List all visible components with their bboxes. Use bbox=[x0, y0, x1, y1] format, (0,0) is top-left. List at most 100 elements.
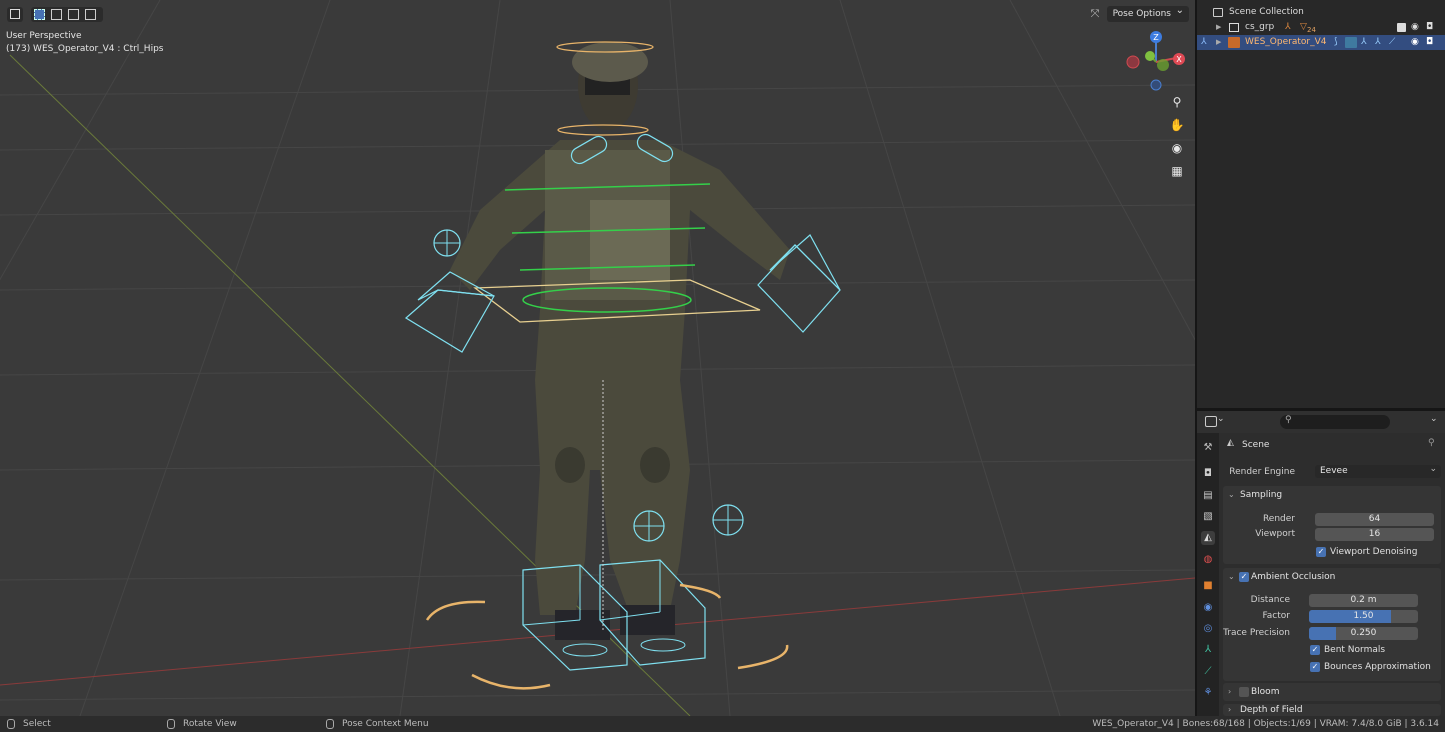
eye-icon[interactable]: ◉ bbox=[1411, 35, 1419, 50]
select-subtract-icon[interactable] bbox=[68, 9, 79, 20]
armature-data-icon: ⅄ bbox=[1375, 37, 1381, 47]
world-tab-icon[interactable]: ◍ bbox=[1201, 553, 1215, 567]
chevron-down-icon: ⌄ bbox=[1429, 464, 1437, 474]
object-data-tab-icon[interactable]: ⅄ bbox=[1201, 643, 1215, 657]
ao-trace-precision-slider[interactable]: 0.250 bbox=[1309, 627, 1418, 640]
bent-normals-label: Bent Normals bbox=[1324, 645, 1386, 655]
status-rotate-label: Rotate View bbox=[183, 719, 237, 729]
transform-pivot-icon[interactable]: ⤧ bbox=[1088, 7, 1102, 21]
modifier-icon: ⟋ bbox=[1389, 37, 1396, 47]
include-checkbox-icon[interactable] bbox=[1397, 23, 1406, 32]
viewport-header: ⤧ X Pose Options bbox=[0, 0, 1195, 26]
expand-arrow-icon[interactable]: ▶ bbox=[1216, 20, 1221, 35]
chevron-down-icon: ⌄ bbox=[1228, 490, 1235, 499]
status-rotate: Rotate View bbox=[167, 716, 237, 732]
expand-arrow-icon[interactable]: ▶ bbox=[1216, 35, 1221, 50]
ambient-occlusion-title: Ambient Occlusion bbox=[1251, 572, 1336, 582]
chevron-down-icon[interactable]: ⌄ bbox=[1430, 414, 1438, 424]
bounces-approximation-checkbox[interactable]: ✓ bbox=[1310, 662, 1320, 672]
character-model[interactable] bbox=[450, 40, 790, 640]
zoom-icon[interactable]: ⚲ bbox=[1168, 93, 1186, 111]
ao-factor-value: 1.50 bbox=[1353, 611, 1374, 621]
viewport-samples-label: Viewport bbox=[1255, 529, 1295, 539]
select-box-icon[interactable] bbox=[34, 9, 45, 20]
svg-text:Z: Z bbox=[1153, 33, 1159, 42]
output-tab-icon[interactable]: ▤ bbox=[1201, 489, 1215, 503]
navigation-gizmo[interactable]: Z X bbox=[1126, 31, 1185, 91]
render-tab-icon[interactable]: ◘ bbox=[1201, 467, 1215, 481]
status-context-menu: Pose Context Menu bbox=[326, 716, 429, 732]
collection-icon bbox=[1229, 23, 1239, 32]
ao-factor-label: Factor bbox=[1262, 611, 1290, 621]
mesh-icon: ▽ bbox=[1300, 22, 1307, 32]
modifier-tab-icon[interactable]: ◉ bbox=[1201, 601, 1215, 615]
properties-editor[interactable]: ⌄ ⚲ ⌄ ⚒ ◘ ▤ ▧ ◭ ◍ ■ ◉ ◎ ⅄ ⟋ ⚘ ◭ Scene ⚲ … bbox=[1197, 411, 1445, 716]
viewport-denoising-checkbox[interactable]: ✓ bbox=[1316, 547, 1326, 557]
pose-options-dropdown[interactable]: Pose Options bbox=[1106, 3, 1189, 22]
pan-hand-icon[interactable]: ✋ bbox=[1168, 116, 1186, 134]
select-invert-icon[interactable] bbox=[85, 9, 96, 20]
3d-viewport[interactable]: Z X ⤧ X Pose Options bbox=[0, 0, 1195, 716]
viewport-samples-value: 16 bbox=[1368, 529, 1381, 539]
bounces-approximation-label: Bounces Approximation bbox=[1324, 662, 1431, 672]
viewport-samples-field[interactable]: 16 bbox=[1315, 528, 1434, 541]
ao-distance-value: 0.2 m bbox=[1350, 595, 1377, 605]
context-title: Scene bbox=[1242, 440, 1270, 450]
render-samples-field[interactable]: 64 bbox=[1315, 513, 1434, 526]
depth-of-field-panel-header[interactable]: › Depth of Field bbox=[1223, 704, 1441, 716]
render-samples-value: 64 bbox=[1368, 514, 1381, 524]
perspective-grid-icon[interactable]: ▦ bbox=[1168, 162, 1186, 180]
ambient-occlusion-checkbox[interactable]: ✓ bbox=[1239, 572, 1249, 582]
chevron-down-icon[interactable]: ⌄ bbox=[1217, 414, 1225, 424]
svg-text:X: X bbox=[1176, 55, 1182, 64]
scene-tab-icon[interactable]: ◭ bbox=[1201, 531, 1215, 545]
bone-constraint-tab-icon[interactable]: ⚘ bbox=[1201, 686, 1215, 700]
bent-normals-checkbox[interactable]: ✓ bbox=[1310, 645, 1320, 655]
camera-view-icon[interactable]: ◉ bbox=[1168, 139, 1186, 157]
ao-trace-precision-label: Trace Precision bbox=[1223, 628, 1290, 638]
physics-tab-icon[interactable]: ◎ bbox=[1201, 622, 1215, 636]
render-engine-dropdown[interactable]: Eevee ⌄ bbox=[1315, 464, 1441, 478]
cursor-icon bbox=[10, 9, 20, 19]
chevron-right-icon: › bbox=[1228, 705, 1232, 714]
depth-of-field-panel[interactable]: › Depth of Field bbox=[1223, 704, 1441, 716]
bloom-title: Bloom bbox=[1251, 687, 1280, 697]
object-tab-icon[interactable]: ■ bbox=[1201, 579, 1215, 593]
eye-icon[interactable]: ◉ bbox=[1411, 20, 1419, 35]
outliner[interactable]: Scene Collection ▶ cs_grp ⅄ ▽ 24 ◉ ◘ ⅄ ▶… bbox=[1197, 0, 1445, 408]
ambient-occlusion-panel-header[interactable]: ⌄ ✓ Ambient Occlusion bbox=[1223, 568, 1441, 586]
scene-collection-label: Scene Collection bbox=[1229, 7, 1304, 17]
view-name: User Perspective bbox=[6, 31, 82, 41]
outliner-row-wes-operator[interactable]: ⅄ ▶ WES_Operator_V4 ⟆ ⅄ ⅄ ⟋ ◉ ◘ bbox=[1197, 35, 1445, 50]
scene-render[interactable]: Z X bbox=[0, 0, 1195, 716]
select-extend-icon[interactable] bbox=[51, 9, 62, 20]
mouse-left-icon bbox=[7, 718, 15, 729]
editor-type-icon[interactable] bbox=[1205, 416, 1217, 427]
properties-search-input[interactable]: ⚲ bbox=[1280, 415, 1390, 429]
camera-render-icon[interactable]: ◘ bbox=[1426, 35, 1433, 50]
scene-collection-row[interactable]: Scene Collection bbox=[1197, 5, 1445, 20]
view-layer-tab-icon[interactable]: ▧ bbox=[1201, 510, 1215, 524]
bloom-panel[interactable]: › Bloom bbox=[1223, 683, 1441, 701]
outliner-row-cs-grp[interactable]: ▶ cs_grp ⅄ ▽ 24 ◉ ◘ bbox=[1197, 20, 1445, 35]
camera-render-icon[interactable]: ◘ bbox=[1426, 20, 1433, 35]
bone-tab-icon[interactable]: ⟋ bbox=[1201, 665, 1215, 679]
bloom-checkbox[interactable] bbox=[1239, 687, 1249, 697]
select-tool-button[interactable] bbox=[7, 7, 23, 22]
ao-distance-label: Distance bbox=[1250, 595, 1290, 605]
ao-factor-slider[interactable]: 1.50 bbox=[1309, 610, 1418, 623]
ao-distance-field[interactable]: 0.2 m bbox=[1309, 594, 1418, 607]
pose-mode-icon[interactable]: ⅄ bbox=[1201, 35, 1207, 50]
viewport-denoising-label: Viewport Denoising bbox=[1330, 547, 1418, 557]
properties-header: ⌄ ⚲ ⌄ bbox=[1197, 411, 1445, 433]
active-object-label: (173) WES_Operator_V4 : Ctrl_Hips bbox=[6, 44, 164, 54]
status-bar: Select Rotate View Pose Context Menu WES… bbox=[0, 716, 1445, 732]
tool-tab-icon[interactable]: ⚒ bbox=[1201, 441, 1215, 455]
pose-icon bbox=[1345, 37, 1357, 48]
sampling-panel-header[interactable]: ⌄ Sampling bbox=[1223, 486, 1441, 504]
select-mode-buttons[interactable] bbox=[31, 7, 103, 22]
ao-trace-precision-value: 0.250 bbox=[1350, 628, 1377, 638]
bloom-panel-header[interactable]: › Bloom bbox=[1223, 683, 1441, 701]
pin-icon[interactable]: ⚲ bbox=[1428, 438, 1435, 448]
sampling-panel: ⌄ Sampling Render 64 Viewport 16 ✓ Viewp… bbox=[1223, 486, 1441, 564]
